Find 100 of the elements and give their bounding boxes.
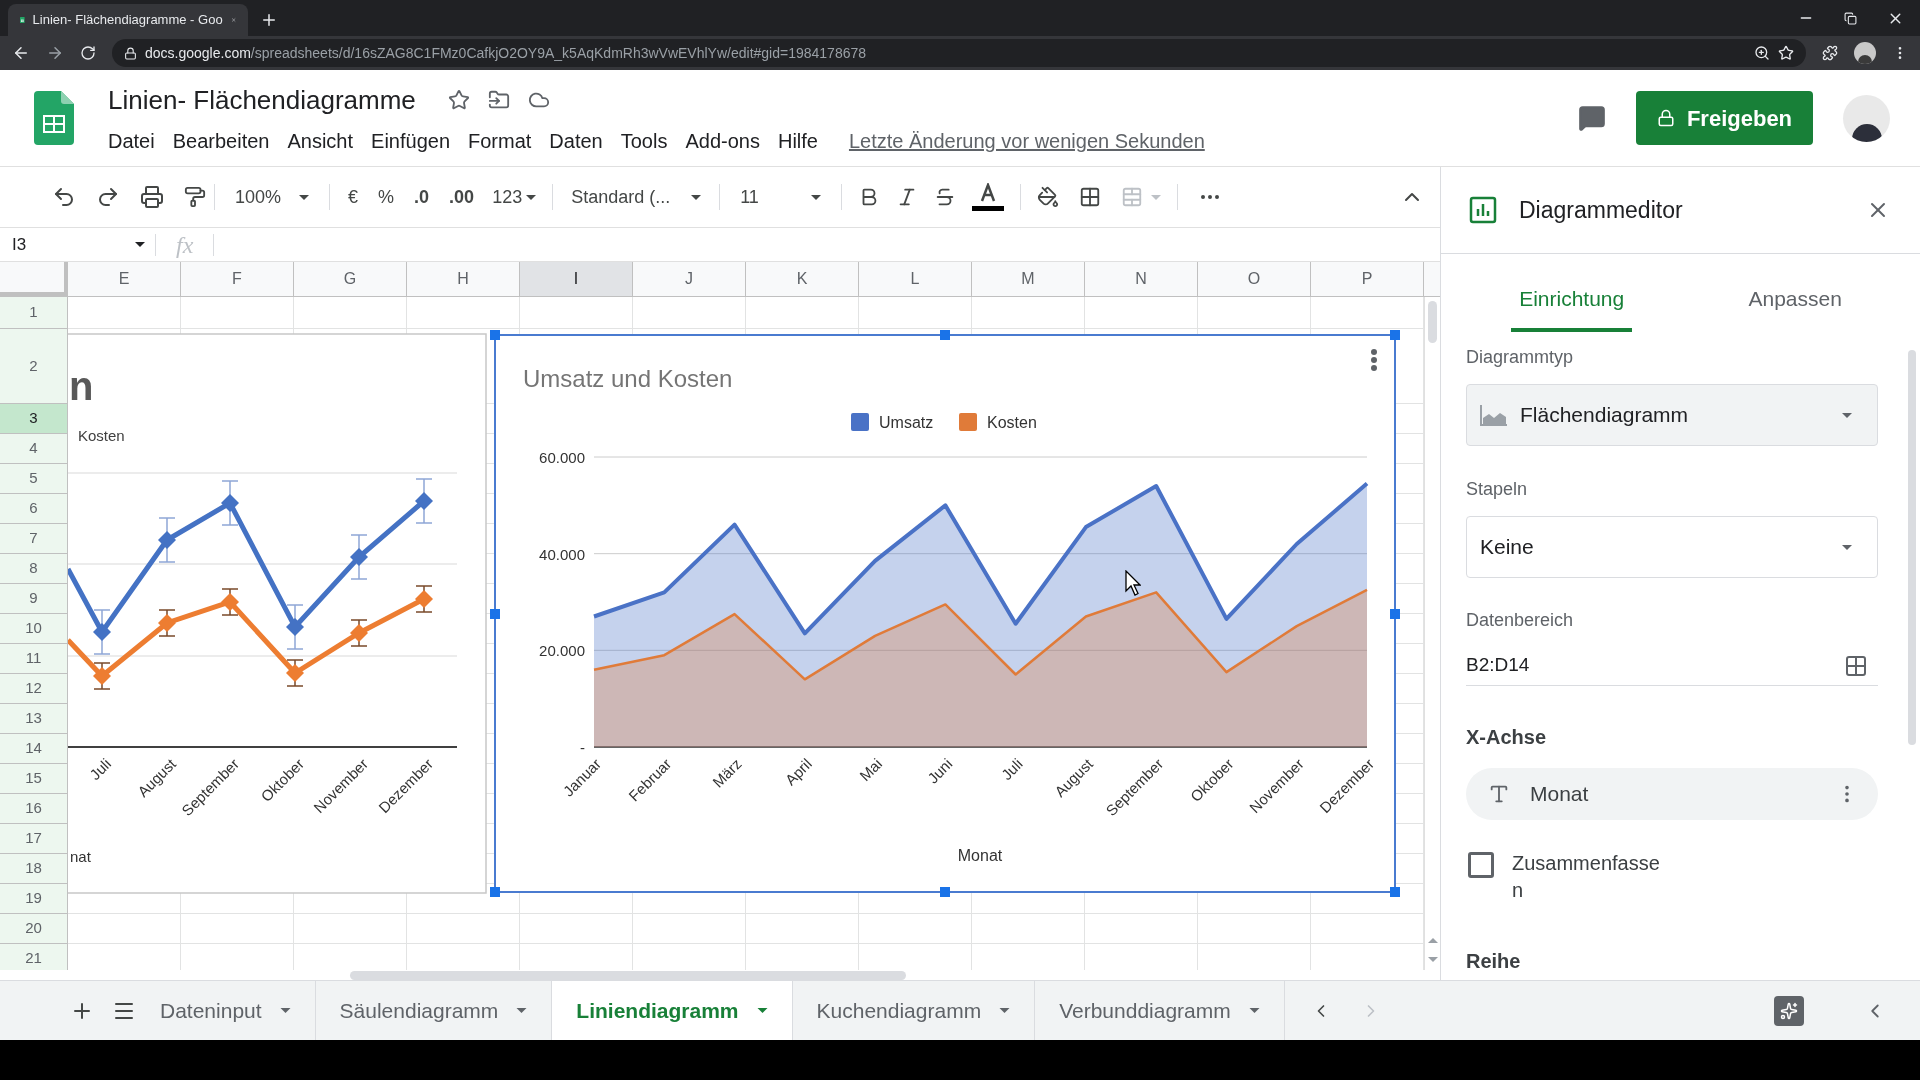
document-title[interactable]: Linien- Flächendiagramme [108,80,416,120]
explore-button[interactable] [1774,995,1804,1026]
sheet-tab[interactable]: Liniendiagramm [552,981,793,1040]
zoom-icon[interactable] [1754,45,1770,61]
row-header[interactable]: 3 [0,404,68,434]
stacking-dropdown[interactable]: Keine [1466,516,1878,578]
resize-handle[interactable] [490,330,500,340]
row-header[interactable]: 14 [0,734,68,764]
resize-handle[interactable] [1390,609,1400,619]
data-point [415,590,433,608]
restore-icon[interactable] [1844,11,1857,25]
row-header[interactable]: 15 [0,764,68,794]
row-header[interactable]: 1 [0,297,68,329]
row-header[interactable]: 9 [0,584,68,614]
borders-icon[interactable] [1079,186,1102,208]
decrease-decimals-button[interactable]: .0 [404,183,440,211]
section-heading: X-Achse [1466,725,1548,750]
data-range-field[interactable]: B2:D14 [1466,646,1878,686]
error-bar [158,517,176,563]
resize-handle[interactable] [1390,330,1400,340]
star-icon[interactable] [447,89,470,111]
row-header[interactable]: 13 [0,704,68,734]
row-header[interactable]: 5 [0,464,68,494]
resize-handle[interactable] [490,887,500,897]
chart-type-dropdown[interactable]: Flächendiagramm [1466,384,1878,446]
data-point [415,492,433,510]
text-color-icon[interactable] [972,183,1005,211]
data-point [221,494,239,512]
data-point [286,618,304,636]
row-header[interactable]: 10 [0,614,68,644]
share-button[interactable]: Freigeben [1636,91,1813,145]
menu-item[interactable]: Bearbeiten [163,125,279,156]
row-header[interactable]: 6 [0,494,68,524]
row-header[interactable]: 21 [0,944,68,970]
move-folder-icon[interactable] [487,89,510,111]
print-icon[interactable] [140,185,164,209]
chart-title: n [69,364,94,408]
panel-scrollbar-thumb[interactable] [1908,350,1916,745]
row-header[interactable]: 19 [0,884,68,914]
back-icon[interactable] [12,44,30,62]
menu-item[interactable]: Ansicht [278,125,363,156]
menu-item[interactable]: Daten [540,125,612,156]
x-axis-chip[interactable]: Monat [1466,768,1878,820]
menu-item[interactable]: Hilfe [768,125,827,156]
row-header[interactable]: 20 [0,914,68,944]
row-header[interactable]: 16 [0,794,68,824]
row-header[interactable]: 11 [0,644,68,674]
comment-icon[interactable] [1578,104,1606,132]
reload-icon[interactable] [80,45,96,61]
browser-tab[interactable]: Linien- Flächendiagramme - Goo [8,4,248,36]
merge-cells-icon[interactable] [1121,186,1144,208]
editor-tab[interactable]: Anpassen [1740,282,1850,332]
resize-handle[interactable] [1390,887,1400,897]
profile-avatar[interactable] [1854,42,1876,64]
extensions-icon[interactable] [1822,45,1838,61]
row-header[interactable]: 4 [0,434,68,464]
row-header[interactable]: 2 [0,329,68,404]
column-header[interactable]: I [520,262,633,296]
y-tick-label: 20.000 [539,642,585,660]
resize-handle[interactable] [940,330,950,340]
menu-item[interactable]: Add-ons [676,125,769,156]
row-header[interactable]: 18 [0,854,68,884]
undo-icon[interactable] [52,185,76,209]
currency-button[interactable]: € [338,183,369,211]
bookmark-star-icon[interactable] [1778,45,1794,61]
name-box[interactable]: I3 [0,228,155,261]
resize-handle[interactable] [940,887,950,897]
paint-format-icon[interactable] [184,186,206,208]
menu-item[interactable]: Tools [611,125,677,156]
font-dropdown[interactable]: Standard (... [561,183,712,211]
horizontal-scrollbar-thumb[interactable] [350,970,906,980]
menu-item[interactable]: Format [459,125,541,156]
last-edit-link[interactable]: Letzte Änderung vor wenigen Sekunden [848,125,1205,156]
url-text: docs.google.com/spreadsheets/d/16sZAG8C1FMz0CafkjO2OY9A_k5AqKdmRh3wVwEVhlYw/edit#gid=1984178678 [145,43,867,63]
fill-color-icon[interactable] [1037,186,1060,208]
menu-item[interactable]: Datei [108,125,164,156]
row-header[interactable]: 8 [0,554,68,584]
chart-menu-icon[interactable] [1371,349,1377,371]
number-format-dropdown[interactable]: 123 [484,183,545,211]
sheets-logo-icon[interactable] [34,91,74,145]
aggregate-checkbox[interactable] [1468,852,1494,878]
vertical-scrollbar-thumb[interactable] [1428,301,1437,343]
row-header[interactable]: 17 [0,824,68,854]
percent-button[interactable]: % [368,183,405,211]
resize-handle[interactable] [490,609,500,619]
row-header[interactable]: 7 [0,524,68,554]
increase-decimals-button[interactable]: .00 [439,183,485,211]
menu-item[interactable]: Einfügen [362,125,459,156]
zoom-dropdown[interactable]: 100% [223,183,322,211]
error-bar [221,480,239,526]
redo-icon[interactable] [96,185,120,209]
y-tick-label: 40.000 [539,545,585,563]
row-header[interactable]: 12 [0,674,68,704]
font-size-dropdown[interactable]: 11 [728,183,834,211]
error-bar [415,585,433,613]
address-bar[interactable]: docs.google.com/spreadsheets/d/16sZAG8C1FMz0CafkjO2OY9A_k5AqKdmRh3wVwEVhlYw/edit#gid=1984178678 [112,39,1806,67]
editor-tab[interactable]: Einrichtung [1511,282,1633,332]
forward-icon[interactable] [46,44,64,62]
user-avatar[interactable] [1843,94,1890,142]
new-tab-icon[interactable] [260,11,278,29]
